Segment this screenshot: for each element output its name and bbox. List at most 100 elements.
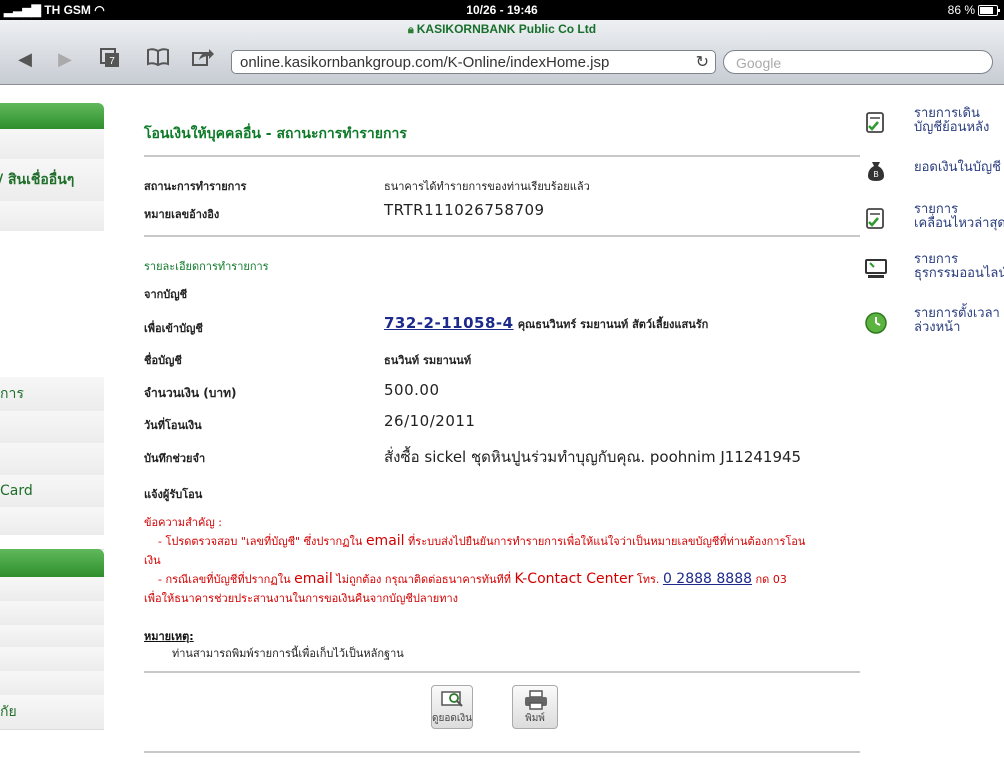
nav-item-blank-6[interactable] [0, 577, 104, 602]
memo-value: สั่งซื้อ sickel ชุดหินปูนร่วมทำบุญกับคุณ… [384, 448, 802, 466]
quick-link-online-transactions[interactable]: รายการ ธุรกรรมออนไลน์ [864, 253, 1004, 293]
nav-item-label: การ [0, 386, 24, 402]
web-page: / สินเชื่ออื่นๆ การ Card กัย โอนเงินให้บ… [0, 85, 1004, 768]
status-value: ธนาคารได้ทำรายการของท่านเรียบร้อยแล้ว [384, 180, 590, 193]
from-account-label: จากบัญชี [144, 288, 188, 301]
document-check-icon [866, 208, 884, 229]
magnifier-document-icon [441, 691, 463, 707]
nav-gap-2 [0, 535, 104, 550]
quick-link-recent[interactable]: รายการ เคลื่อนไหวล่าสุด [864, 203, 1004, 243]
warning-2-part-c: เพื่อให้ธนาคารช่วยประสานงานในการขอเงินคื… [144, 592, 458, 605]
important-message: ข้อความสำคัญ : - โปรดตรวจสอบ "เลขที่บัญช… [144, 513, 860, 608]
warning-2-contact-center: K-Contact Center [514, 571, 634, 587]
view-balance-label: ดูยอดเงิน [432, 713, 472, 724]
nav-item-card[interactable]: Card [0, 475, 104, 508]
nav-item-blank-10[interactable] [0, 671, 104, 696]
svg-text:B: B [873, 170, 878, 179]
address-bar[interactable]: online.kasikornbankgroup.com/K-Online/in… [231, 50, 716, 74]
status-bar: ▂▃▅▇ TH GSM ◠ 10/26 - 19:46 86 % [0, 0, 1004, 20]
browser-toolbar: 🔒︎ KASIKORNBANK Public Co Ltd ◀ ▶ 7 onlin… [0, 20, 1004, 85]
tabs-button[interactable]: 7 [97, 47, 123, 73]
warning-2-email: email [294, 571, 333, 587]
nav-item-loans[interactable]: / สินเชื่ออื่นๆ [0, 159, 104, 202]
reference-value: TRTR111026758709 [384, 201, 545, 219]
print-button[interactable]: พิมพ์ [512, 685, 558, 729]
quick-link-line1: รายการเดิน [914, 106, 980, 121]
transfer-date-label: วันที่โอนเงิน [144, 419, 202, 432]
document-check-icon [866, 112, 884, 133]
quick-link-line1: รายการ [914, 202, 959, 217]
warning-title: ข้อความสำคัญ : [144, 516, 222, 529]
reload-icon[interactable]: ↻ [696, 51, 709, 75]
view-balance-button[interactable]: ดูยอดเงิน [431, 685, 473, 729]
nav-item-blank-9[interactable] [0, 647, 104, 672]
clock-icon [865, 312, 887, 334]
nav-gap [0, 231, 104, 378]
nav-item-label: / สินเชื่ออื่นๆ [0, 172, 75, 188]
nav-header-1 [0, 103, 104, 130]
book-icon [147, 48, 169, 67]
divider [144, 751, 860, 753]
status-time: 10/26 - 19:46 [466, 3, 538, 17]
warning-line-1: - โปรดตรวจสอบ "เลขที่บัญชี" ซึ่งปรากฏใน … [144, 532, 860, 551]
tab-count: 7 [109, 56, 115, 67]
nav-item-blank-1[interactable] [0, 129, 104, 160]
warning-line-2: - กรณีเลขที่บัญชีที่ปรากฏใน email ไม่ถูก… [144, 570, 860, 589]
to-account-number-link[interactable]: 732-2-11058-4 [384, 314, 514, 332]
warning-2-part-b: ไม่ถูกต้อง กรุณาติดต่อธนาคารทันทีที่ [336, 573, 512, 586]
nav-item-blank-5[interactable] [0, 507, 104, 536]
quick-link-line2: เคลื่อนไหวล่าสุด [914, 216, 1004, 231]
quick-link-statement[interactable]: รายการเดิน บัญชีย้อนหลัง [864, 107, 1004, 147]
quick-link-scheduled[interactable]: รายการตั้งเวลา ล่วงหน้า [864, 307, 1004, 347]
nav-item-blank-7[interactable] [0, 601, 104, 626]
note-text: ท่านสามารถพิมพ์รายการนี้เพื่อเก็บไว้เป็น… [172, 647, 404, 660]
warning-2-extension: กด 03 [755, 573, 787, 586]
divider [144, 235, 860, 237]
amount-label: จำนวนเงิน (บาท) [144, 386, 237, 400]
nav-header-2 [0, 549, 104, 578]
battery-indicator: 86 % [947, 3, 1000, 17]
pages-icon: 7 [100, 48, 119, 67]
nav-item-services[interactable]: การ [0, 377, 104, 412]
warning-1-email: email [365, 533, 405, 549]
share-icon [192, 49, 214, 66]
quick-link-line2: ธุรกรรมออนไลน์ [914, 266, 1004, 281]
notify-recipient-label: แจ้งผู้รับโอน [144, 488, 203, 501]
nav-item-insurance[interactable]: กัย [0, 695, 104, 730]
share-button[interactable] [190, 47, 216, 73]
warning-1-part-a: - โปรดตรวจสอบ "เลขที่บัญชี" ซึ่งปรากฏใน [158, 535, 363, 548]
reference-label: หมายเลขอ้างอิง [144, 208, 220, 221]
battery-icon [978, 4, 1000, 16]
battery-percent: 86 % [947, 3, 975, 17]
transfer-date-value: 26/10/2011 [384, 412, 476, 430]
search-input[interactable]: Google [723, 50, 993, 74]
nav-item-blank-3[interactable] [0, 411, 104, 444]
to-account-label: เพื่อเข้าบัญชี [144, 322, 203, 335]
quick-link-line2: บัญชีย้อนหลัง [914, 120, 990, 135]
url-text: online.kasikornbankgroup.com/K-Online/in… [240, 54, 610, 71]
computer-icon [865, 259, 887, 278]
lock-icon: 🔒︎ [407, 24, 414, 36]
warning-2-part-a: - กรณีเลขที่บัญชีที่ปรากฏใน [158, 573, 291, 586]
back-button[interactable]: ◀ [12, 47, 38, 73]
amount-value: 500.00 [384, 381, 440, 399]
bookmarks-button[interactable] [145, 47, 171, 73]
contact-phone-link[interactable]: 0 2888 8888 [663, 571, 752, 587]
forward-button[interactable]: ▶ [52, 47, 78, 73]
nav-item-blank-2[interactable] [0, 201, 104, 232]
quick-link-line1: รายการ [914, 252, 959, 267]
quick-link-line2: ล่วงหน้า [914, 320, 961, 335]
account-name-label: ชื่อบัญชี [144, 354, 182, 367]
to-account-value: 732-2-11058-4 คุณธนวินทร์ รมยานนท์ สัตว์… [384, 314, 708, 333]
nav-item-blank-8[interactable] [0, 625, 104, 648]
nav-item-label: กัย [0, 704, 17, 720]
quick-link-line1: ยอดเงินในบัญชี [914, 160, 1001, 175]
memo-label: บันทึกช่วยจำ [144, 452, 206, 465]
nav-item-blank-4[interactable] [0, 443, 104, 476]
note-title: หมายเหตุ: [144, 630, 194, 643]
account-name-value: ธนวินท์ รมยานนท์ [384, 354, 472, 367]
divider [144, 671, 860, 673]
warning-2-tel-label: โทร. [636, 573, 660, 586]
quick-link-balance[interactable]: B ยอดเงินในบัญชี [864, 155, 1004, 195]
quick-link-line1: รายการตั้งเวลา [914, 306, 1000, 321]
